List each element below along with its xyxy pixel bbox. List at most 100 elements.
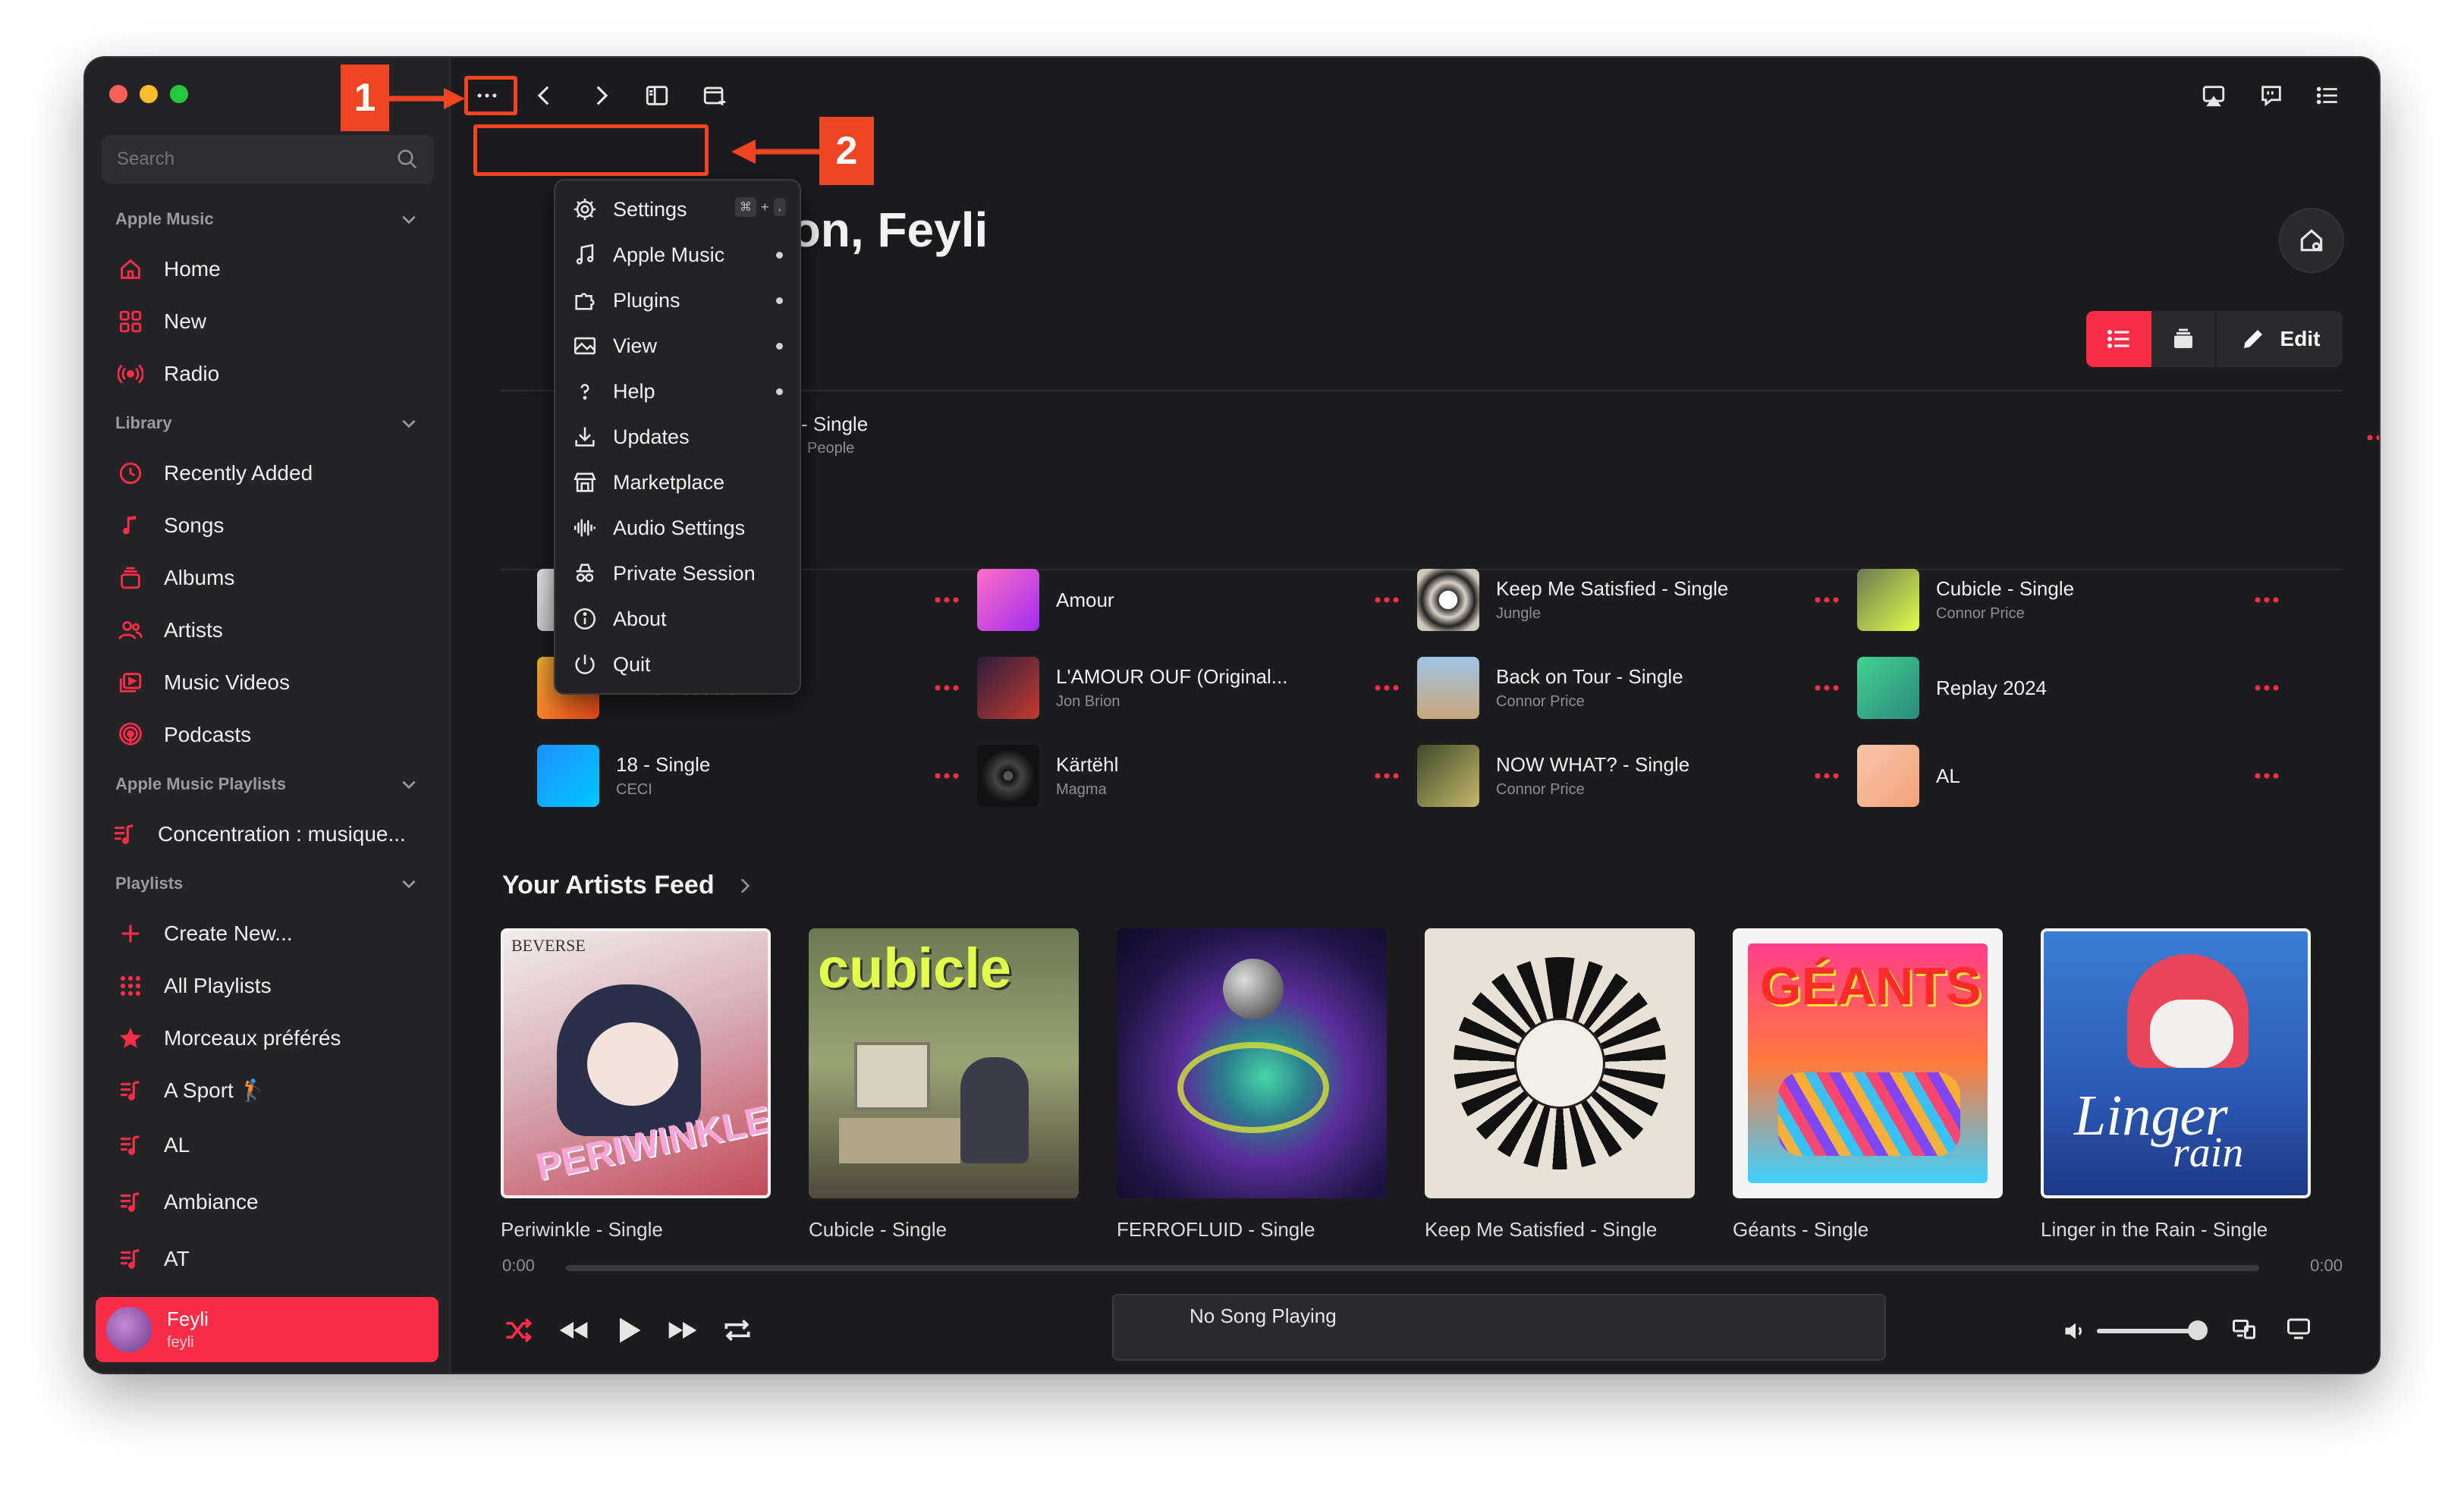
grid-item[interactable]: Replay 2024 xyxy=(1857,646,2297,730)
grid-item[interactable]: Keep Me Satisfied - Single Jungle xyxy=(1417,558,1857,642)
more-button[interactable] xyxy=(932,587,962,613)
section-apple-music[interactable]: Apple Music xyxy=(85,196,449,243)
section-library[interactable]: Library xyxy=(85,400,449,447)
more-button[interactable] xyxy=(932,675,962,701)
volume-slider[interactable] xyxy=(2097,1320,2208,1340)
now-playing-box[interactable]: No Song Playing xyxy=(1112,1294,1886,1361)
user-account-button[interactable]: Feyli feyli xyxy=(96,1297,438,1362)
minimize-window-button[interactable] xyxy=(140,85,158,103)
music-note-icon xyxy=(123,515,137,534)
grid-item[interactable]: L'AMOUR OUF (Original... Jon Brion xyxy=(977,646,1417,730)
menu-item-quit[interactable]: Quit xyxy=(555,642,800,687)
album-card[interactable]: BEVERSE PERIWINKLE Periwinkle - Single xyxy=(501,928,771,1242)
sidebar-item-recently-added[interactable]: Recently Added xyxy=(85,447,449,499)
sidebar-item-create-new[interactable]: Create New... xyxy=(85,907,449,959)
section-apple-music-playlists[interactable]: Apple Music Playlists xyxy=(85,761,449,808)
grid-item[interactable]: Kärtëhl Magma xyxy=(977,734,1417,818)
close-window-button[interactable] xyxy=(109,85,127,103)
item-title: Replay 2024 xyxy=(1936,676,2047,699)
item-subtitle: Connor Price xyxy=(1496,781,1585,798)
grid-item[interactable]: Amour xyxy=(977,558,1417,642)
submenu-indicator xyxy=(776,252,783,259)
sidebar-item-artists[interactable]: Artists xyxy=(85,604,449,656)
more-button[interactable] xyxy=(2252,675,2282,701)
more-button[interactable] xyxy=(2252,763,2282,789)
next-button[interactable] xyxy=(666,1314,699,1351)
sidebar-item-concentration[interactable]: Concentration : musique... xyxy=(85,808,449,860)
album-card[interactable]: Keep Me Satisfied - Single xyxy=(1425,928,1695,1242)
sidebar-item-all-playlists[interactable]: All Playlists xyxy=(85,959,449,1012)
more-button[interactable] xyxy=(1372,763,1402,789)
music-note-icon xyxy=(576,243,594,265)
card-view-button[interactable] xyxy=(2151,311,2217,367)
menu-item-help[interactable]: Help xyxy=(555,369,800,414)
menu-item-about[interactable]: About xyxy=(555,596,800,642)
menu-item-audio-settings[interactable]: Audio Settings xyxy=(555,505,800,551)
more-button[interactable] xyxy=(2252,587,2282,613)
album-card[interactable]: Linger rain Linger in the Rain - Single xyxy=(2041,928,2311,1242)
sidebar-item-label: AL xyxy=(164,1132,190,1157)
sidebar-item-at[interactable]: AT xyxy=(85,1230,449,1287)
sidebar-item-ambiance[interactable]: Ambiance xyxy=(85,1173,449,1230)
sidebar-item-music-videos[interactable]: Music Videos xyxy=(85,656,449,708)
album-card[interactable]: cubicle Cubicle - Single xyxy=(809,928,1079,1242)
more-button[interactable] xyxy=(932,763,962,789)
album-card[interactable]: GÉANTS Géants - Single xyxy=(1733,928,2003,1242)
sidebar-item-home[interactable]: Home xyxy=(85,243,449,295)
playlist-icon xyxy=(121,1248,140,1269)
edit-button[interactable]: Edit xyxy=(2217,311,2343,367)
devices-button[interactable] xyxy=(2230,1315,2258,1346)
item-title: Keep Me Satisfied - Single xyxy=(1496,577,1729,600)
artists-icon xyxy=(118,620,143,639)
edit-label: Edit xyxy=(2280,327,2321,350)
album-thumbnail xyxy=(977,657,1039,719)
menu-item-private-session[interactable]: Private Session xyxy=(555,551,800,596)
pencil-icon xyxy=(2243,330,2262,348)
more-button[interactable] xyxy=(1372,587,1402,613)
sidebar-item-a-sport[interactable]: A Sport 🏌 xyxy=(85,1064,449,1116)
grid-item[interactable]: 18 - Single CECI xyxy=(537,734,977,818)
more-button[interactable] xyxy=(1812,763,1842,789)
more-button[interactable] xyxy=(1812,587,1842,613)
zoom-window-button[interactable] xyxy=(170,85,188,103)
more-button[interactable] xyxy=(1812,675,1842,701)
sidebar-item-songs[interactable]: Songs xyxy=(85,499,449,551)
menu-item-updates[interactable]: Updates xyxy=(555,414,800,460)
grid-item[interactable]: NOW WHAT? - Single Connor Price xyxy=(1417,734,1857,818)
album-thumbnail xyxy=(1417,745,1479,807)
grid-item[interactable]: Cubicle - Single Connor Price xyxy=(1857,558,2297,642)
home-settings-button[interactable] xyxy=(2279,208,2344,273)
repeat-button[interactable] xyxy=(721,1314,754,1351)
sidebar-item-new[interactable]: New xyxy=(85,295,449,347)
sidebar-item-al[interactable]: AL xyxy=(85,1116,449,1173)
grid-item[interactable]: AL xyxy=(1857,734,2297,818)
sidebar-item-podcasts[interactable]: Podcasts xyxy=(85,708,449,761)
grid-item[interactable]: Back on Tour - Single Connor Price xyxy=(1417,646,1857,730)
menu-item-plugins[interactable]: Plugins xyxy=(555,278,800,323)
more-button[interactable] xyxy=(2364,425,2379,451)
previous-button[interactable] xyxy=(557,1314,590,1351)
menu-item-marketplace[interactable]: Marketplace xyxy=(555,460,800,505)
list-view-button[interactable] xyxy=(2086,311,2151,367)
progress-scrubber[interactable] xyxy=(566,1265,2259,1271)
menu-item-apple-music[interactable]: Apple Music xyxy=(555,232,800,278)
sidebar-item-label: Ambiance xyxy=(164,1189,259,1213)
sidebar-item-albums[interactable]: Albums xyxy=(85,551,449,604)
item-subtitle: Magma xyxy=(1056,781,1107,798)
album-card[interactable]: FERROFLUID - Single xyxy=(1117,928,1387,1242)
output-controls xyxy=(2062,1315,2312,1346)
search-input[interactable] xyxy=(117,149,396,170)
search-field[interactable] xyxy=(102,135,434,184)
more-button[interactable] xyxy=(1372,675,1402,701)
menu-item-view[interactable]: View xyxy=(555,323,800,369)
display-button[interactable] xyxy=(2285,1315,2312,1346)
shuffle-button[interactable] xyxy=(502,1314,536,1351)
section-playlists[interactable]: Playlists xyxy=(85,860,449,907)
video-icon xyxy=(119,672,142,692)
sidebar-item-favorites[interactable]: Morceaux préférés xyxy=(85,1012,449,1064)
sidebar-item-radio[interactable]: Radio xyxy=(85,347,449,400)
artists-feed-header[interactable]: Your Artists Feed xyxy=(502,871,754,900)
play-button[interactable] xyxy=(611,1314,645,1351)
menu-item-settings[interactable]: Settings ⌘ +, xyxy=(555,187,800,232)
sidebar-item-label: Radio xyxy=(164,361,220,385)
